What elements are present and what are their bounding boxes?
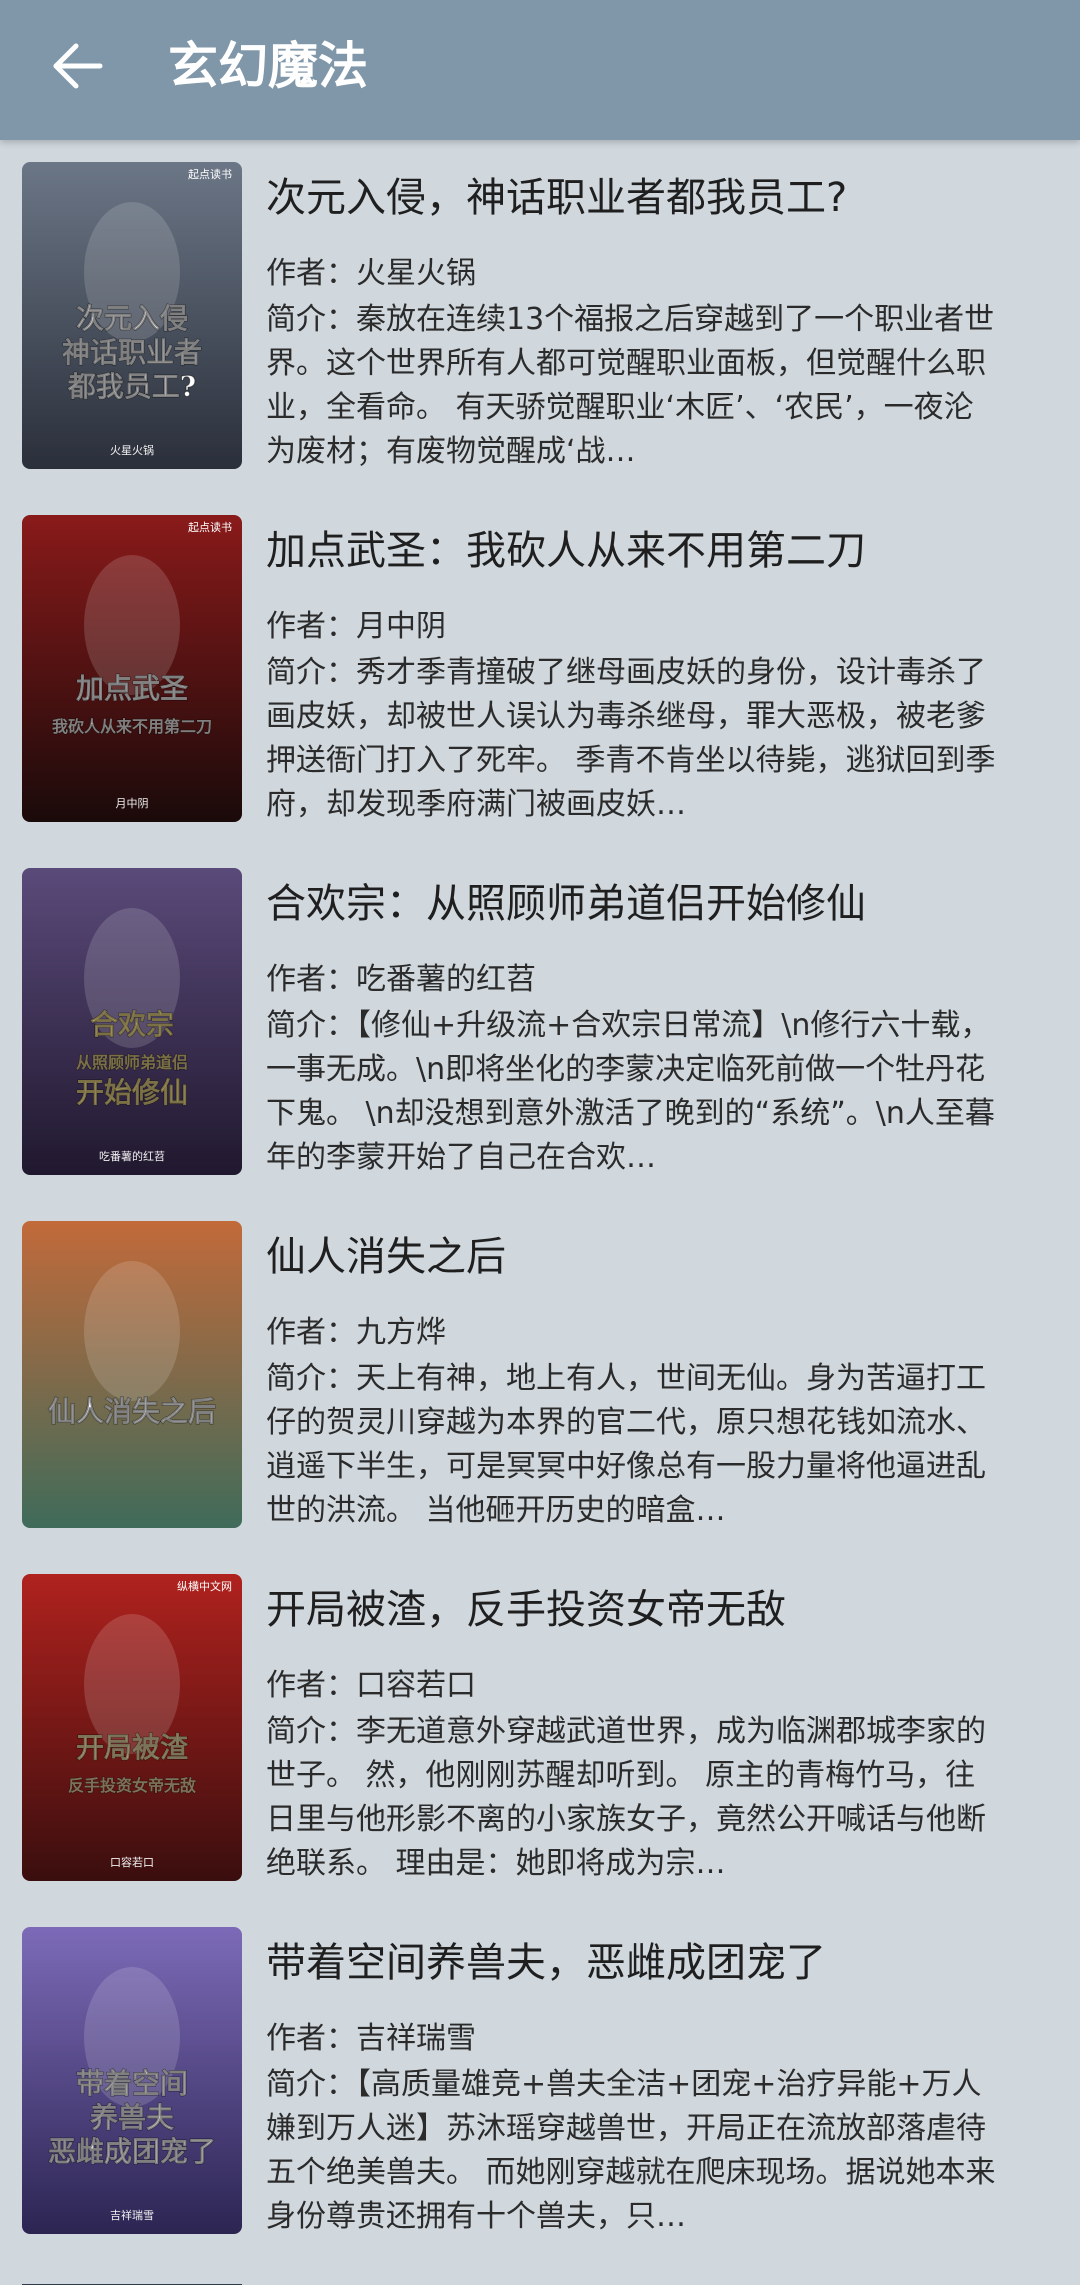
back-button[interactable] xyxy=(42,30,114,102)
cover-title-text: 开局被渣 xyxy=(76,1731,189,1764)
book-cover-art: 仙人消失之后 xyxy=(22,1221,242,1528)
book-list-item[interactable]: 纵横中文网 开局被渣 反手投资女帝无敌 口容若口 开局被渣，反手投资女帝无敌 作者：口容若… xyxy=(0,1574,1080,1927)
book-author: 作者：口容若口 xyxy=(266,1668,476,1703)
book-title[interactable]: 次元入侵，神话职业者都我员工? xyxy=(266,170,1056,226)
cover-badge: 起点读书 xyxy=(188,520,232,534)
book-title[interactable]: 仙人消失之后 xyxy=(266,1229,1056,1285)
cover-author-mark: 火星火锅 xyxy=(110,444,154,457)
cover-author-mark: 吃番薯的红苕 xyxy=(99,1149,165,1163)
book-cover[interactable]: 起点读书次元入侵 神话职业者 都我员工? 火星火锅 xyxy=(22,162,242,469)
cover-title-text: 恶雌成团宠了 xyxy=(48,2135,216,2168)
cover-title-text: 加点武圣 xyxy=(76,672,189,705)
cover-author-mark: 口容若口 xyxy=(110,1855,154,1869)
book-intro: 简介：【高质量雄竞+兽夫全洁+团宠+治疗异能+万人嫌到万人迷】苏沐瑶穿越兽世，开… xyxy=(266,2067,996,2234)
book-list-item[interactable]: 带着空间 养兽夫 恶雌成团宠了 吉祥瑞雪 带着空间养兽夫，恶雌成团宠了 作者：吉祥瑞雪 简介… xyxy=(0,1927,1080,2280)
book-title[interactable]: 开局被渣，反手投资女帝无敌 xyxy=(266,1582,1056,1638)
book-intro: 简介：【修仙+升级流+合欢宗日常流】\n修行六十载，一事无成。\n即将坐化的李蒙… xyxy=(266,1008,995,1175)
book-cover-art: 合欢宗从照顾师弟道侣开始修仙吃番薯的红苕 xyxy=(22,868,242,1175)
cover-title-text: 仙人消失之后 xyxy=(48,1395,216,1428)
book-title[interactable]: 带着空间养兽夫，恶雌成团宠了 xyxy=(266,1935,1056,1991)
cover-author-mark: 月中阴 xyxy=(116,797,149,810)
book-cover-art: 起点读书加点武圣我砍人从来不用第二刀月中阴 xyxy=(22,515,242,822)
book-title[interactable]: 加点武圣：我砍人从来不用第二刀 xyxy=(266,523,1056,579)
page-title: 玄幻魔法 xyxy=(168,37,368,95)
book-author: 作者：月中阴 xyxy=(266,609,446,644)
book-intro: 简介：李无道意外穿越武道世界，成为临渊郡城李家的世子。 然，他刚刚苏醒却听到。 … xyxy=(266,1714,986,1881)
cover-title-text: 合欢宗 xyxy=(90,1008,174,1041)
cover-title-text: 养兽夫 xyxy=(90,2101,175,2134)
book-cover-art: 纵横中文网开局被渣反手投资女帝无敌口容若口 xyxy=(22,1574,242,1881)
book-list-item[interactable]: 起点读书 加点武圣 我砍人从来不用第二刀 月中阴 加点武圣：我砍人从来不用第二刀 作者：月… xyxy=(0,515,1080,868)
cover-title-text: 神话职业者 xyxy=(62,336,202,369)
book-intro: 简介：秦放在连续13个福报之后穿越到了一个职业者世界。这个世界所有人都可觉醒职业… xyxy=(266,302,995,469)
app-bar: 玄幻魔法 xyxy=(0,0,1080,140)
book-cover[interactable]: 带着空间 养兽夫 恶雌成团宠了吉祥瑞雪 xyxy=(22,1927,242,2234)
book-cover[interactable]: 纵横中文网开局被渣反手投资女帝无敌口容若口 xyxy=(22,1574,242,1881)
book-intro: 简介：天上有神，地上有人，世间无仙。身为苦逼打工仔的贺灵川穿越为本界的官二代，原… xyxy=(266,1361,986,1528)
cover-title-text: 从照顾师弟道侣 xyxy=(76,1053,188,1072)
book-intro: 简介：秀才季青撞破了继母画皮妖的身份，设计毒杀了画皮妖，却被世人误认为毒杀继母，… xyxy=(266,655,996,822)
cover-title-text: 反手投资女帝无敌 xyxy=(68,1776,196,1795)
book-title[interactable]: 合欢宗：从照顾师弟道侣开始修仙 xyxy=(266,876,1056,932)
book-list-item[interactable]: 起点读书次元入侵 神话职业者 都我员工? 火星火锅 次元入侵，神话职业者都我员工? 作者：… xyxy=(0,162,1080,515)
book-cover[interactable]: 起点读书加点武圣我砍人从来不用第二刀月中阴 xyxy=(22,515,242,822)
book-list-item[interactable]: 合欢宗 从照顾师弟道侣 开始修仙 吃番薯的红苕 合欢宗：从照顾师弟道侣开始修仙 作者：吃番… xyxy=(0,868,1080,1221)
book-author: 作者：吃番薯的红苕 xyxy=(266,962,536,997)
cover-title-text: 都我员工? xyxy=(67,370,196,403)
book-author: 作者：九方烨 xyxy=(266,1315,446,1350)
book-list-item[interactable]: 仙人消失之后 仙人消失之后 作者：九方烨 简介：天上有神，地上有人，世间无仙。身为苦逼… xyxy=(0,1221,1080,1574)
book-cover[interactable]: 仙人消失之后 xyxy=(22,1221,242,1528)
cover-title-text: 带着空间 xyxy=(76,2067,188,2100)
cover-badge: 起点读书 xyxy=(188,167,232,181)
book-cover-art: 起点读书次元入侵神话职业者都我员工? 火星火锅 xyxy=(22,162,242,469)
book-author: 作者：火星火锅 xyxy=(266,256,476,291)
cover-title-text: 我砍人从来不用第二刀 xyxy=(52,717,212,736)
book-cover[interactable]: 合欢宗从照顾师弟道侣开始修仙吃番薯的红苕 xyxy=(22,868,242,1175)
cover-author-mark: 吉祥瑞雪 xyxy=(110,2208,154,2222)
cover-badge: 纵横中文网 xyxy=(177,1579,232,1593)
cover-title-text: 开始修仙 xyxy=(76,1076,188,1109)
cover-title-text: 次元入侵 xyxy=(76,302,188,335)
book-cover-art: 带着空间养兽夫恶雌成团宠了吉祥瑞雪 xyxy=(22,1927,242,2234)
book-author: 作者：吉祥瑞雪 xyxy=(266,2021,476,2056)
arrow-left-icon xyxy=(53,43,103,89)
